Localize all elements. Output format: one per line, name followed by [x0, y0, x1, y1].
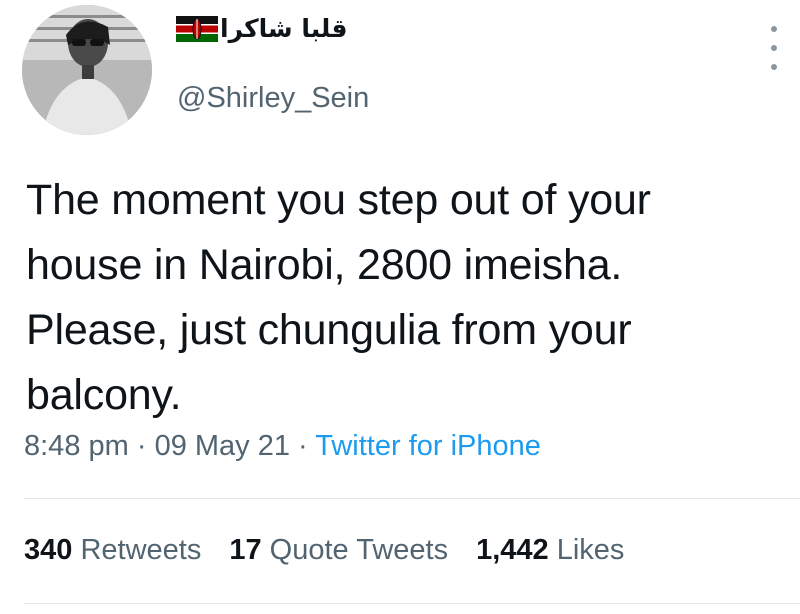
divider: [24, 603, 800, 604]
avatar[interactable]: [22, 5, 152, 135]
engagement-stats: 340 Retweets 17 Quote Tweets 1,442 Likes: [24, 534, 624, 567]
tweet-source-link[interactable]: Twitter for iPhone: [315, 430, 541, 462]
tweet-text: The moment you step out of your house in…: [26, 168, 786, 428]
display-name-text: قلبا شاكرا: [220, 14, 348, 43]
more-options-icon[interactable]: [766, 26, 782, 70]
tweet-line: The moment you step out of your: [26, 176, 651, 224]
likes-count: 1,442: [476, 534, 549, 566]
profile-photo-icon: [22, 5, 152, 135]
tweet-time[interactable]: 8:48 pm: [24, 430, 129, 462]
separator: ·: [128, 430, 155, 462]
divider: [24, 498, 800, 499]
retweets-stat[interactable]: 340 Retweets: [24, 534, 201, 567]
kenya-flag-icon: [176, 15, 218, 42]
tweet-line: balcony.: [26, 371, 182, 419]
quote-tweets-count: 17: [229, 534, 262, 566]
tweet-date[interactable]: 09 May 21: [155, 430, 290, 462]
tweet-line: house in Nairobi, 2800 imeisha.: [26, 241, 623, 289]
tweet-line: Please, just chungulia from your: [26, 306, 632, 354]
quote-tweets-stat[interactable]: 17 Quote Tweets: [229, 534, 448, 567]
display-name[interactable]: قلبا شاكرا: [176, 14, 348, 43]
likes-stat[interactable]: 1,442 Likes: [476, 534, 624, 567]
separator: ·: [290, 430, 316, 462]
retweets-label: Retweets: [80, 534, 202, 566]
user-handle[interactable]: @Shirley_Sein: [177, 82, 369, 115]
likes-label: Likes: [556, 534, 625, 566]
quote-tweets-label: Quote Tweets: [269, 534, 449, 566]
tweet-metadata: 8:48 pm · 09 May 21 · Twitter for iPhone: [24, 430, 541, 463]
retweets-count: 340: [24, 534, 73, 566]
